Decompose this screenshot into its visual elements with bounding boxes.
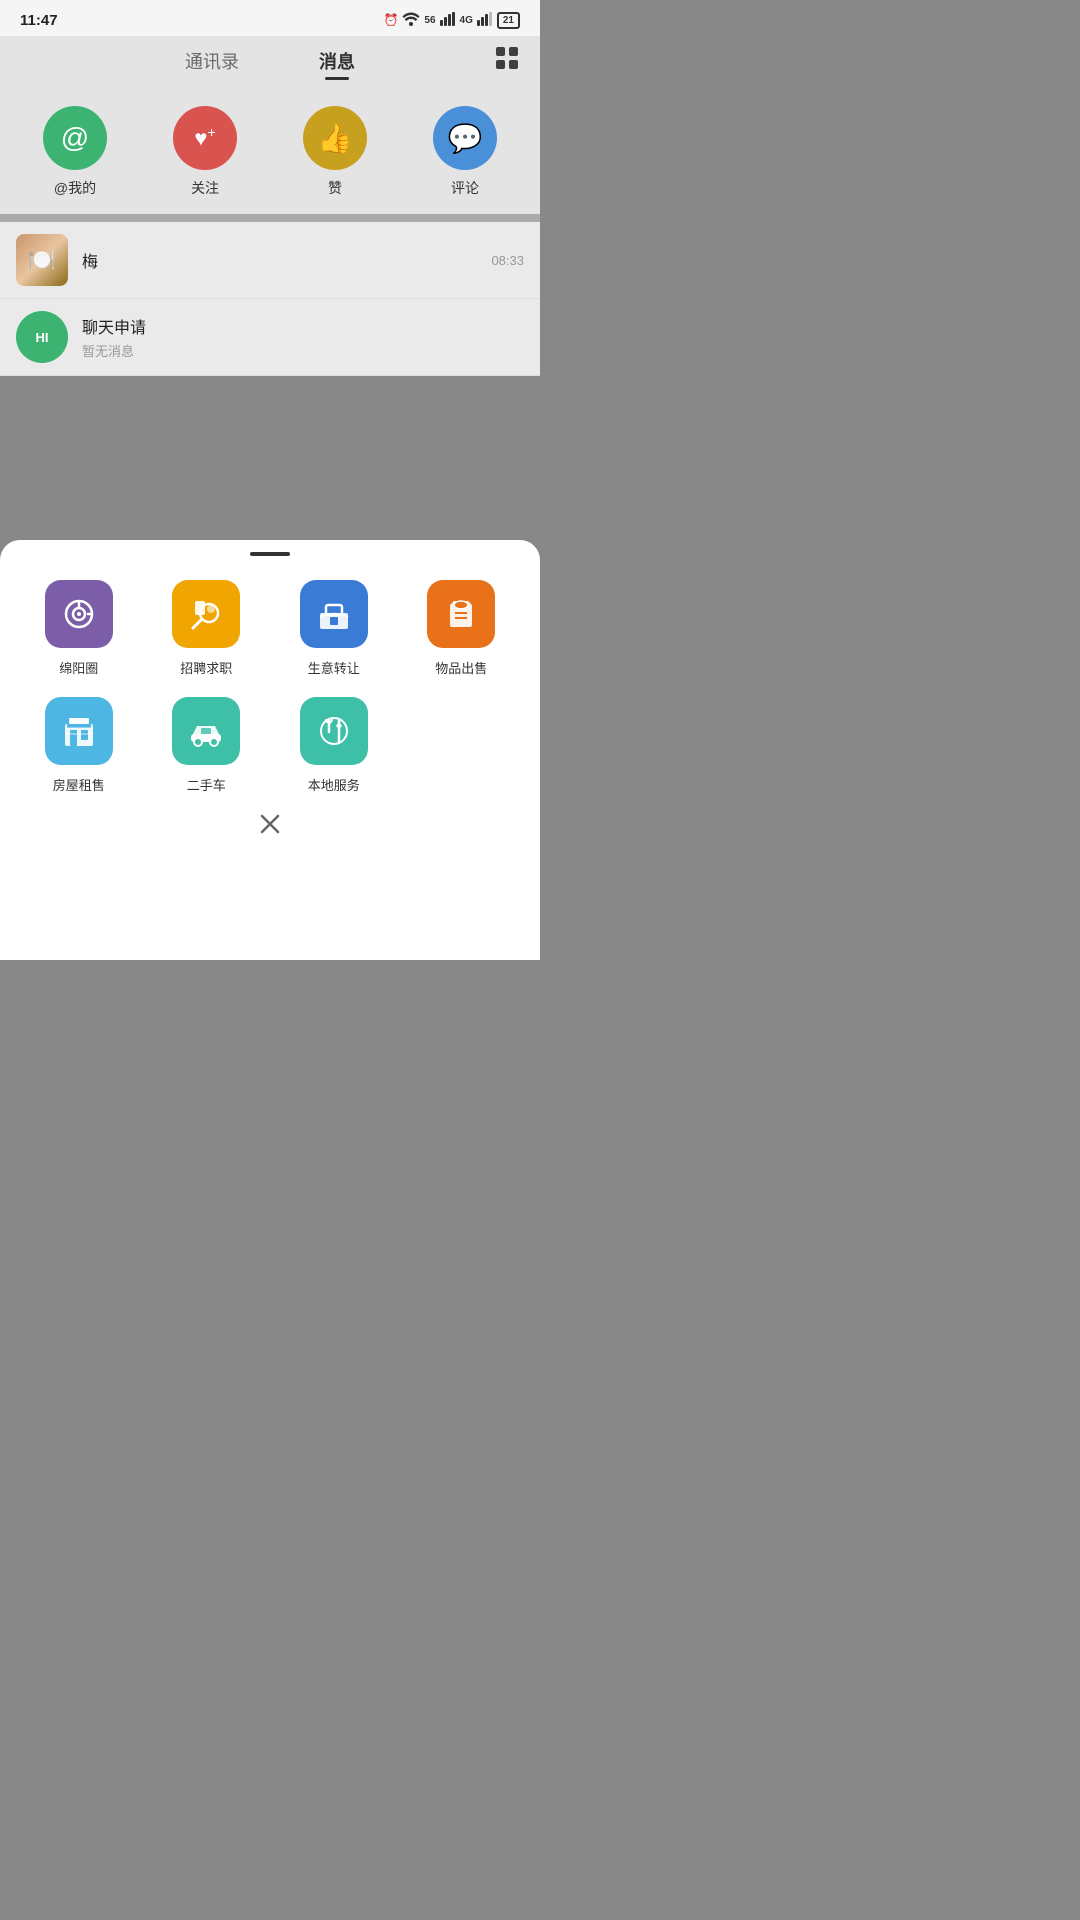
job-icon-box [172, 580, 240, 648]
business-transfer-label: 生意转让 [308, 658, 360, 677]
sheet-handle [250, 552, 290, 556]
app-area: 通讯录 消息 @ @我的 ♥+ 关注 👍 [0, 36, 540, 616]
status-bar: 11:47 ⏰ 56 4G [0, 0, 540, 36]
signal-bars2-icon [477, 12, 493, 29]
chat-info-mei: 梅 [82, 248, 477, 272]
chat-item-mei[interactable]: 🍽️ 梅 08:33 [0, 222, 540, 299]
comment-icon-circle: 💬 [433, 106, 497, 170]
chat-time-mei: 08:33 [491, 253, 524, 268]
sheet-item-items-sale[interactable]: 物品出售 [403, 580, 521, 677]
top-nav: 通讯录 消息 [0, 36, 540, 86]
chat-info-request: 聊天申请 暂无消息 [82, 314, 524, 360]
house-rental-icon-box [45, 697, 113, 765]
sheet-grid-row2: 房屋租售 二手车 [0, 697, 540, 794]
notif-at-me[interactable]: @ @我的 [43, 106, 107, 198]
status-icons: ⏰ 56 4G 21 [383, 12, 520, 29]
battery-icon: 21 [497, 12, 520, 29]
mianyang-circle-label: 绵阳圈 [59, 658, 98, 677]
notification-row: @ @我的 ♥+ 关注 👍 赞 💬 评论 [0, 86, 540, 214]
chat-name-mei: 梅 [82, 248, 477, 272]
signal-bars-icon [440, 12, 456, 29]
notif-comment[interactable]: 💬 评论 [433, 106, 497, 198]
mianyang-circle-icon-box [45, 580, 113, 648]
like-label: 赞 [328, 178, 342, 198]
items-sale-icon-box [427, 580, 495, 648]
status-time: 11:47 [20, 12, 58, 29]
local-service-icon-box [300, 697, 368, 765]
grid-menu-icon[interactable] [494, 45, 520, 77]
chat-name-request: 聊天申请 [82, 314, 524, 338]
notif-follow[interactable]: ♥+ 关注 [173, 106, 237, 198]
at-me-label: @我的 [54, 178, 96, 198]
nav-contacts[interactable]: 通讯录 [145, 48, 279, 74]
sheet-item-mianyang-circle[interactable]: 绵阳圈 [20, 580, 138, 677]
follow-icon-circle: ♥+ [173, 106, 237, 170]
sheet-item-job[interactable]: 招聘求职 [148, 580, 266, 677]
4g-icon: 4G [460, 15, 473, 26]
used-car-icon-box [172, 697, 240, 765]
items-sale-label: 物品出售 [435, 658, 487, 677]
close-button[interactable] [0, 810, 540, 844]
sheet-item-business-transfer[interactable]: 生意转让 [275, 580, 393, 677]
sheet-item-house-rental[interactable]: 房屋租售 [20, 697, 138, 794]
alarm-icon: ⏰ [383, 13, 398, 27]
bottom-sheet: 绵阳圈 招聘求职 生意转让 [0, 540, 540, 960]
chat-sub-request: 暂无消息 [82, 341, 524, 360]
avatar-mei: 🍽️ [16, 234, 68, 286]
divider [0, 214, 540, 222]
chat-list: 🍽️ 梅 08:33 HI 聊天申请 暂无消息 [0, 222, 540, 376]
sheet-item-used-car[interactable]: 二手车 [148, 697, 266, 794]
chat-item-request[interactable]: HI 聊天申请 暂无消息 [0, 299, 540, 376]
avatar-request: HI [16, 311, 68, 363]
signal-5g-icon: 56 [424, 15, 435, 26]
business-transfer-icon-box [300, 580, 368, 648]
empty-cell [403, 697, 471, 794]
nav-messages[interactable]: 消息 [279, 48, 395, 74]
sheet-grid-row1: 绵阳圈 招聘求职 生意转让 [0, 580, 540, 677]
like-icon-circle: 👍 [303, 106, 367, 170]
used-car-label: 二手车 [187, 775, 226, 794]
job-label: 招聘求职 [180, 658, 232, 677]
wifi-icon [402, 12, 420, 29]
follow-label: 关注 [191, 178, 219, 198]
at-me-icon-circle: @ [43, 106, 107, 170]
house-rental-label: 房屋租售 [53, 775, 105, 794]
sheet-item-local-service[interactable]: 本地服务 [275, 697, 393, 794]
notif-like[interactable]: 👍 赞 [303, 106, 367, 198]
local-service-label: 本地服务 [308, 775, 360, 794]
comment-label: 评论 [451, 178, 479, 198]
